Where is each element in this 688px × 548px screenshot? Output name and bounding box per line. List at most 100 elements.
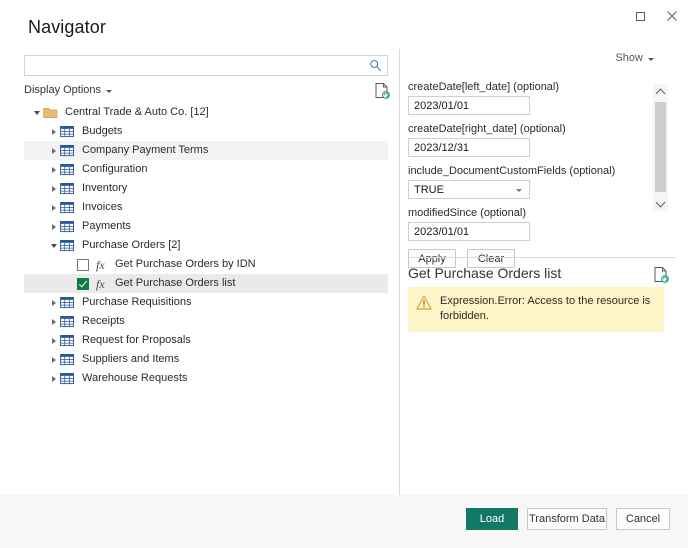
chevron-right-glyph [51, 147, 56, 154]
tree-item[interactable]: Central Trade & Auto Co. [12] [24, 103, 388, 122]
tree-item-label: Receipts [82, 315, 125, 327]
chevron-right-glyph [51, 166, 56, 173]
tree-item-checkbox[interactable] [77, 258, 89, 271]
tree-item[interactable]: Purchase Requisitions [24, 293, 388, 312]
tree-item[interactable]: Payments [24, 217, 388, 236]
error-message: Expression.Error: Access to the resource… [440, 295, 651, 322]
tree-item-label: Payments [82, 220, 131, 232]
function-fx-icon: fx [96, 276, 105, 291]
chevron-right-glyph [51, 375, 56, 382]
search-icon[interactable] [369, 59, 382, 72]
cancel-button[interactable]: Cancel [616, 508, 670, 530]
chevron-down-icon[interactable] [47, 243, 60, 248]
tree-item[interactable]: fx Get Purchase Orders list [24, 274, 388, 293]
tree-item[interactable]: Company Payment Terms [24, 141, 388, 160]
parameter-input[interactable] [408, 96, 530, 115]
table-icon [60, 353, 74, 365]
chevron-right-glyph [51, 128, 56, 135]
tree-item[interactable]: Configuration [24, 160, 388, 179]
chevron-right-icon[interactable] [47, 337, 60, 344]
tree-item[interactable]: fx Get Purchase Orders by IDN [24, 255, 388, 274]
tree-item[interactable]: Inventory [24, 179, 388, 198]
close-button[interactable] [656, 1, 688, 31]
tree-item[interactable]: Warehouse Requests [24, 369, 388, 388]
chevron-up-icon [655, 88, 666, 98]
tree-item[interactable]: Suppliers and Items [24, 350, 388, 369]
parameter-input[interactable] [408, 222, 530, 241]
chevron-right-glyph [51, 223, 56, 230]
chevron-right-icon[interactable] [47, 166, 60, 173]
scrollbar-thumb[interactable] [655, 102, 666, 192]
chevron-right-icon[interactable] [47, 223, 60, 230]
chevron-right-icon[interactable] [47, 204, 60, 211]
tree-item-label: Invoices [82, 201, 123, 213]
chevron-right-icon[interactable] [47, 318, 60, 325]
table-icon [60, 220, 74, 232]
table-icon [60, 315, 76, 329]
display-options-dropdown[interactable]: Display Options [24, 84, 113, 96]
table-icon [60, 163, 74, 175]
table-icon [60, 239, 76, 253]
chevron-right-icon[interactable] [47, 185, 60, 192]
parameter-input[interactable] [408, 138, 530, 157]
preview-header: Get Purchase Orders list [408, 257, 676, 283]
tree-item-label: Central Trade & Auto Co. [12] [65, 106, 209, 118]
chevron-down-icon [648, 57, 654, 61]
refresh-document-icon[interactable] [653, 266, 669, 283]
chevron-right-glyph [51, 204, 56, 211]
folder-icon [43, 106, 59, 120]
window-controls [624, 0, 688, 32]
show-dropdown[interactable]: Show [615, 52, 654, 64]
chevron-right-glyph [51, 318, 56, 325]
parameters-scrollbar[interactable] [653, 84, 668, 211]
parameter-label: include_DocumentCustomFields (optional) [408, 165, 616, 177]
chevron-right-icon[interactable] [47, 299, 60, 306]
tree-item[interactable]: Invoices [24, 198, 388, 217]
scroll-down-button[interactable] [653, 196, 668, 211]
table-icon [60, 144, 76, 158]
parameter-label: modifiedSince (optional) [408, 207, 527, 219]
table-icon [60, 239, 74, 251]
tree-item-label: Warehouse Requests [82, 372, 188, 384]
chevron-right-glyph [51, 356, 56, 363]
chevron-right-icon[interactable] [47, 375, 60, 382]
refresh-document-icon[interactable] [374, 82, 390, 99]
tree-item-label: Budgets [82, 125, 123, 137]
scroll-up-button[interactable] [653, 84, 668, 99]
tree-item-label: Request for Proposals [82, 334, 191, 346]
maximize-button[interactable] [624, 1, 656, 31]
chevron-right-icon[interactable] [47, 147, 60, 154]
chevron-right-icon[interactable] [47, 128, 60, 135]
chevron-right-icon[interactable] [47, 356, 60, 363]
tree-item-label: Company Payment Terms [82, 144, 209, 156]
warning-icon [416, 295, 432, 310]
tree-item-checkbox[interactable] [77, 277, 89, 290]
table-icon [60, 372, 74, 384]
table-icon [60, 296, 74, 308]
chevron-right-glyph [51, 185, 56, 192]
parameter-label: createDate[right_date] (optional) [408, 123, 566, 135]
table-icon [60, 182, 76, 196]
chevron-down-icon [516, 189, 522, 192]
table-icon [60, 201, 76, 215]
table-icon [60, 163, 76, 177]
tree-item[interactable]: Budgets [24, 122, 388, 141]
tree-item-label: Purchase Orders [2] [82, 239, 181, 251]
search-box[interactable] [24, 55, 388, 76]
dialog-footer: Load Transform Data Cancel [0, 495, 688, 548]
chevron-down-icon[interactable] [30, 110, 43, 115]
close-icon [667, 11, 677, 21]
table-icon [60, 182, 74, 194]
search-input[interactable] [25, 56, 365, 75]
tree-item[interactable]: Receipts [24, 312, 388, 331]
transform-data-button[interactable]: Transform Data [527, 508, 607, 530]
load-button[interactable]: Load [466, 508, 518, 530]
table-icon [60, 315, 74, 327]
table-icon [60, 125, 74, 137]
tree-item[interactable]: Purchase Orders [2] [24, 236, 388, 255]
parameter-select[interactable]: TRUE [408, 180, 530, 199]
maximize-icon [635, 11, 645, 21]
navigator-tree[interactable]: Central Trade & Auto Co. [12] Budgets Comp… [24, 103, 388, 388]
tree-item[interactable]: Request for Proposals [24, 331, 388, 350]
tree-item-label: Get Purchase Orders by IDN [115, 258, 256, 270]
